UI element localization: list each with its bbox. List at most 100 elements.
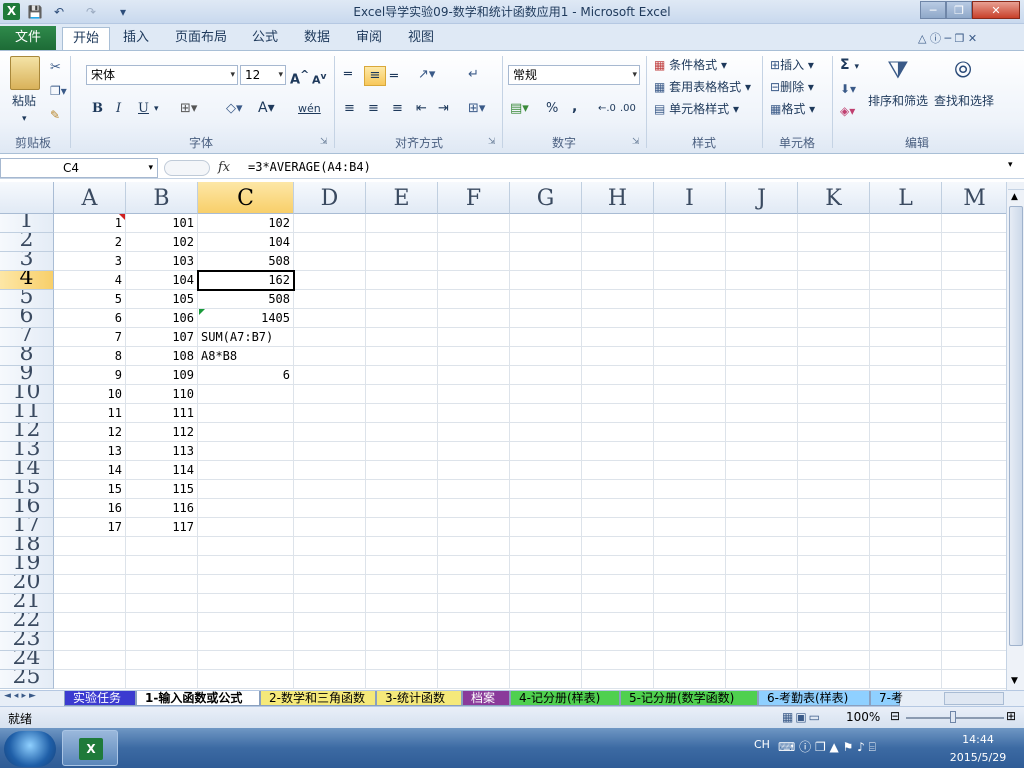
cell-M10[interactable] [942, 385, 1006, 404]
cell-C18[interactable] [198, 537, 294, 556]
cell-C20[interactable] [198, 575, 294, 594]
cell-M3[interactable] [942, 252, 1006, 271]
cell-J19[interactable] [726, 556, 798, 575]
cell-A15[interactable]: 15 [54, 480, 126, 499]
cell-J21[interactable] [726, 594, 798, 613]
cell-A8[interactable]: 8 [54, 347, 126, 366]
cell-G4[interactable] [510, 271, 582, 290]
cell-E16[interactable] [366, 499, 438, 518]
insert-cells-button[interactable]: ⊞插入 ▾ [770, 56, 814, 74]
cell-J22[interactable] [726, 613, 798, 632]
cell-L10[interactable] [870, 385, 942, 404]
cell-L13[interactable] [870, 442, 942, 461]
close-button[interactable]: ✕ [972, 1, 1020, 19]
cell-F10[interactable] [438, 385, 510, 404]
cell-A14[interactable]: 14 [54, 461, 126, 480]
cell-C5[interactable]: 508 [198, 290, 294, 309]
cell-H10[interactable] [582, 385, 654, 404]
cell-D22[interactable] [294, 613, 366, 632]
cell-G3[interactable] [510, 252, 582, 271]
cell-D11[interactable] [294, 404, 366, 423]
cell-E21[interactable] [366, 594, 438, 613]
cell-G24[interactable] [510, 651, 582, 670]
cell-M15[interactable] [942, 480, 1006, 499]
find-select-button[interactable]: 查找和选择 [934, 92, 994, 110]
sheet-tab[interactable]: 实验任务 [64, 691, 136, 706]
split-box[interactable] [1008, 182, 1024, 190]
cell-D10[interactable] [294, 385, 366, 404]
cell-C24[interactable] [198, 651, 294, 670]
cell-K10[interactable] [798, 385, 870, 404]
cell-A5[interactable]: 5 [54, 290, 126, 309]
cell-L17[interactable] [870, 518, 942, 537]
cell-F20[interactable] [438, 575, 510, 594]
cell-M17[interactable] [942, 518, 1006, 537]
cell-L24[interactable] [870, 651, 942, 670]
taskbar-excel-button[interactable]: X [62, 730, 118, 766]
cell-J10[interactable] [726, 385, 798, 404]
scroll-up-icon[interactable]: ▲ [1011, 192, 1018, 202]
tab-review[interactable]: 审阅 [348, 27, 390, 50]
conditional-format-button[interactable]: ▦ 条件格式 ▾ [654, 56, 727, 74]
select-all-corner[interactable] [0, 182, 54, 214]
cell-B13[interactable]: 113 [126, 442, 198, 461]
cell-B1[interactable]: 101 [126, 214, 198, 233]
sheet-tab[interactable]: 1-输入函数或公式 [136, 691, 260, 706]
column-header-J[interactable]: J [726, 182, 798, 214]
cell-E15[interactable] [366, 480, 438, 499]
cell-H4[interactable] [582, 271, 654, 290]
column-header-M[interactable]: M [942, 182, 1006, 214]
cell-G20[interactable] [510, 575, 582, 594]
cell-C6[interactable]: 1405 [198, 309, 294, 328]
cell-D8[interactable] [294, 347, 366, 366]
row-header-25[interactable]: 25 [0, 670, 54, 689]
cell-M9[interactable] [942, 366, 1006, 385]
column-header-C[interactable]: C [198, 182, 294, 214]
cell-I22[interactable] [654, 613, 726, 632]
shrink-font-icon[interactable]: Av [312, 68, 326, 90]
cell-L19[interactable] [870, 556, 942, 575]
cell-I10[interactable] [654, 385, 726, 404]
zoom-slider-thumb[interactable] [950, 711, 956, 723]
cell-M14[interactable] [942, 461, 1006, 480]
cell-J16[interactable] [726, 499, 798, 518]
cell-F12[interactable] [438, 423, 510, 442]
cell-C21[interactable] [198, 594, 294, 613]
cell-M22[interactable] [942, 613, 1006, 632]
cell-A12[interactable]: 12 [54, 423, 126, 442]
increase-decimal-icon[interactable]: ←.0 [598, 100, 616, 118]
cell-F8[interactable] [438, 347, 510, 366]
cell-E1[interactable] [366, 214, 438, 233]
cell-L15[interactable] [870, 480, 942, 499]
cell-E18[interactable] [366, 537, 438, 556]
cell-E25[interactable] [366, 670, 438, 689]
cell-A25[interactable] [54, 670, 126, 689]
cell-F4[interactable] [438, 271, 510, 290]
cell-L1[interactable] [870, 214, 942, 233]
cell-M18[interactable] [942, 537, 1006, 556]
cell-A18[interactable] [54, 537, 126, 556]
formula-input[interactable]: =3*AVERAGE(A4:B4) [248, 160, 371, 174]
sheet-tab[interactable]: 7-考 [870, 691, 903, 706]
cell-A17[interactable]: 17 [54, 518, 126, 537]
cell-D21[interactable] [294, 594, 366, 613]
cell-E11[interactable] [366, 404, 438, 423]
cell-F9[interactable] [438, 366, 510, 385]
cell-F21[interactable] [438, 594, 510, 613]
cell-H25[interactable] [582, 670, 654, 689]
cell-M24[interactable] [942, 651, 1006, 670]
cell-E17[interactable] [366, 518, 438, 537]
cell-G21[interactable] [510, 594, 582, 613]
cell-K12[interactable] [798, 423, 870, 442]
row-header-14[interactable]: 14 [0, 461, 54, 480]
cell-M16[interactable] [942, 499, 1006, 518]
cell-F22[interactable] [438, 613, 510, 632]
cell-H6[interactable] [582, 309, 654, 328]
cell-I17[interactable] [654, 518, 726, 537]
cell-I16[interactable] [654, 499, 726, 518]
cell-I8[interactable] [654, 347, 726, 366]
cell-I15[interactable] [654, 480, 726, 499]
cell-F6[interactable] [438, 309, 510, 328]
help-icons[interactable]: △ ⓘ ─ ❐ ✕ [918, 30, 977, 46]
cell-I21[interactable] [654, 594, 726, 613]
